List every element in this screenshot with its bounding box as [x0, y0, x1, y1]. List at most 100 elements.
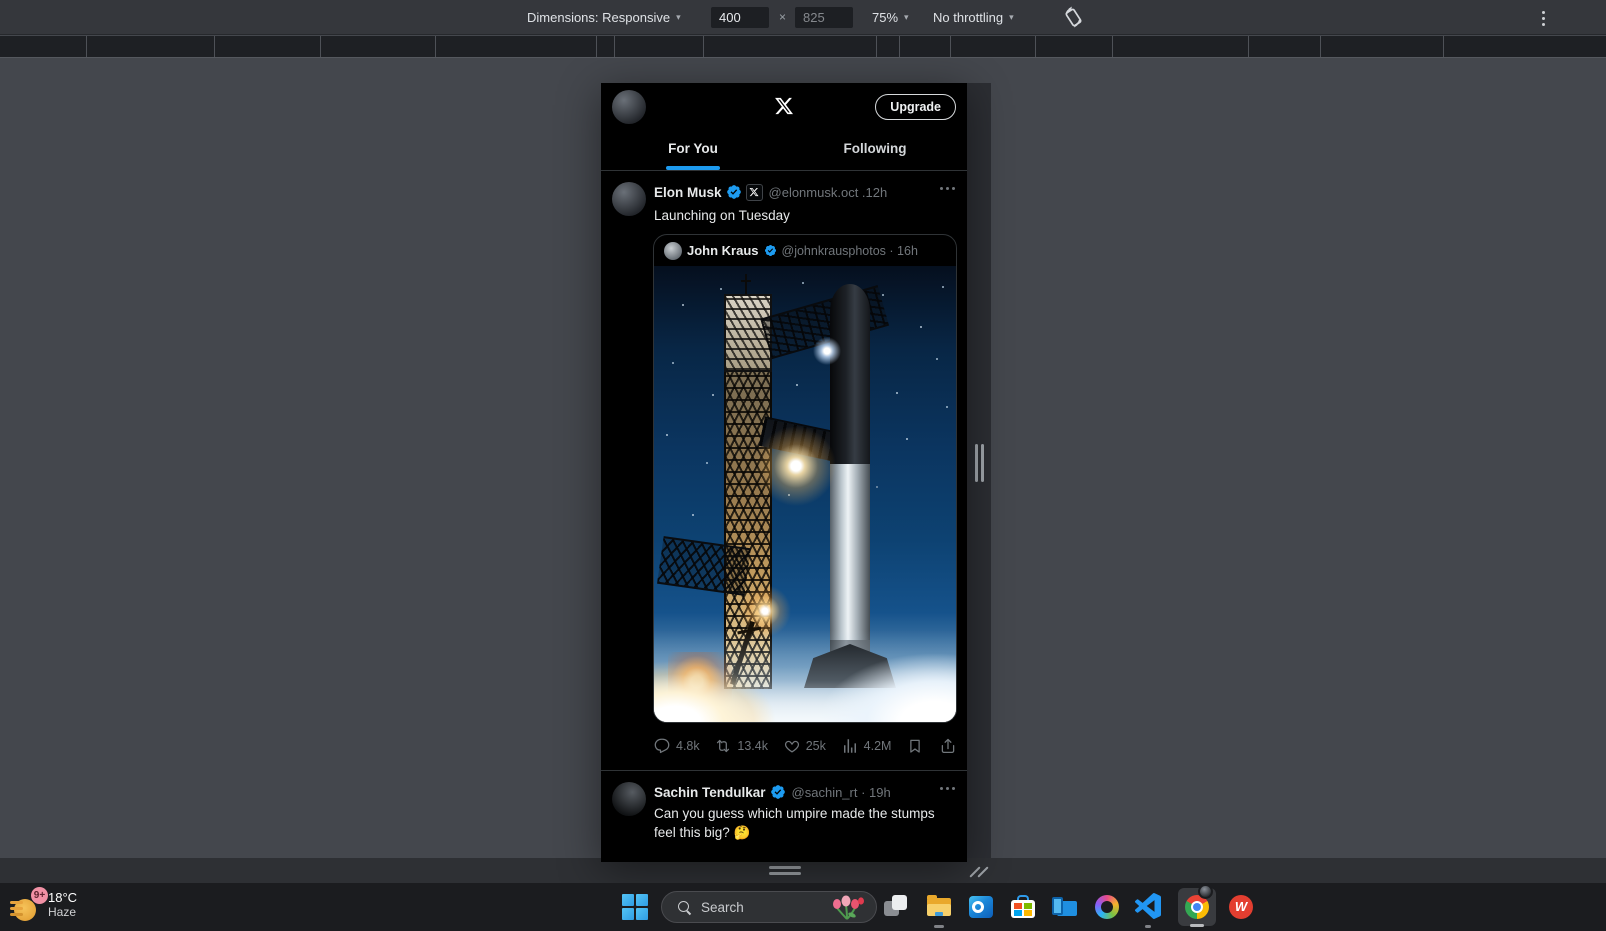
- vscode-icon[interactable]: [1134, 893, 1163, 921]
- x-affiliate-badge: [745, 183, 763, 201]
- photo-tower-antenna: [741, 274, 751, 294]
- tabstrip-separator: [1248, 36, 1249, 57]
- start-button[interactable]: [622, 894, 648, 920]
- analytics-icon: [843, 739, 856, 753]
- active-tab-underline: [666, 166, 720, 170]
- tweet-handle-time[interactable]: @sachin_rt · 19h: [792, 785, 891, 800]
- tab-strip[interactable]: [0, 36, 1606, 58]
- wps-office-icon[interactable]: W: [1227, 893, 1255, 921]
- tweet-handle-time[interactable]: @elonmusk.oct .12h: [769, 185, 888, 200]
- heart-icon: [784, 740, 799, 753]
- views-button[interactable]: 4.2M: [841, 737, 891, 755]
- tweet-more-button[interactable]: [940, 779, 955, 790]
- tabstrip-separator: [596, 36, 597, 57]
- viewport-resize-handle-right[interactable]: [975, 444, 978, 482]
- search-flowers-icon: [828, 895, 866, 926]
- tweet-divider: [601, 770, 967, 771]
- windows-taskbar: 9+ 18°C Haze Search W: [0, 883, 1606, 931]
- share-icon: [941, 738, 955, 754]
- share-button[interactable]: [939, 737, 957, 755]
- phone-link-icon[interactable]: [1051, 893, 1079, 921]
- reply-button[interactable]: 4.8k: [653, 737, 700, 755]
- tweet-more-button[interactable]: [940, 179, 955, 190]
- viewport-resize-handle-right[interactable]: [981, 444, 984, 482]
- tabstrip-separator: [703, 36, 704, 57]
- tweet-author-name[interactable]: Sachin Tendulkar: [654, 785, 766, 800]
- feed-tabs: For You Following: [601, 130, 967, 171]
- profile-avatar[interactable]: [612, 90, 646, 124]
- chevron-down-icon: [904, 0, 909, 35]
- quoted-tweet-card[interactable]: John Kraus @johnkrausphotos · 16h: [653, 234, 957, 723]
- upgrade-button[interactable]: Upgrade: [875, 94, 956, 120]
- tabstrip-separator: [899, 36, 900, 57]
- tweet-text: Can you guess which umpire made the stum…: [654, 806, 935, 840]
- tabstrip-separator: [1443, 36, 1444, 57]
- weather-condition: Haze: [48, 905, 77, 919]
- viewport-resize-handle-bottom[interactable]: [769, 866, 801, 869]
- weather-widget[interactable]: 9+ 18°C Haze: [10, 887, 140, 927]
- viewport-resize-handle-bottom[interactable]: [769, 872, 801, 875]
- reply-icon: [654, 738, 670, 754]
- outlook-icon[interactable]: [967, 893, 995, 921]
- dimensions-dropdown[interactable]: Dimensions: Responsive: [527, 0, 681, 35]
- x-logo-icon: [749, 187, 759, 197]
- tab-for-you[interactable]: For You: [641, 130, 745, 171]
- file-explorer-icon[interactable]: [925, 893, 953, 921]
- microsoft-store-icon[interactable]: [1009, 893, 1037, 921]
- photo-stars: [654, 266, 656, 268]
- designer-loop-icon[interactable]: [1093, 893, 1121, 921]
- tabstrip-separator: [1112, 36, 1113, 57]
- chevron-down-icon: [676, 0, 681, 35]
- tweet-author-avatar[interactable]: [612, 182, 646, 216]
- browser-window: Dimensions: Responsive × 75% No throttli…: [0, 0, 1606, 931]
- rotate-viewport-button[interactable]: [1060, 5, 1086, 31]
- quoted-author-name[interactable]: John Kraus: [687, 243, 759, 258]
- open-app-indicator: [934, 925, 944, 928]
- tweet-author-row: Sachin Tendulkar @sachin_rt · 19h: [654, 783, 891, 801]
- chevron-down-icon: [1009, 0, 1014, 35]
- tweet-author-avatar[interactable]: [612, 782, 646, 816]
- tabstrip-separator: [435, 36, 436, 57]
- tweet-text: Launching on Tuesday: [654, 208, 790, 223]
- tabstrip-separator: [876, 36, 877, 57]
- quoted-tweet-photo-rocket-launchpad[interactable]: [654, 266, 956, 722]
- photo-ground-glow: [654, 630, 956, 722]
- search-placeholder: Search: [701, 899, 744, 915]
- quoted-author-row: John Kraus @johnkrausphotos · 16h: [654, 235, 956, 266]
- tabstrip-separator: [950, 36, 951, 57]
- tabstrip-separator: [1320, 36, 1321, 57]
- tabstrip-separator: [214, 36, 215, 57]
- verified-badge-icon: [764, 244, 776, 257]
- tabstrip-separator: [320, 36, 321, 57]
- tweet-author-row: Elon Musk @elonmusk.oct .12h: [654, 183, 887, 201]
- tab-following[interactable]: Following: [823, 130, 927, 171]
- bookmark-button[interactable]: [906, 737, 924, 755]
- device-viewport: Upgrade For You Following Elon Musk @elo…: [601, 83, 967, 862]
- browser-profile-avatar: [1198, 884, 1213, 899]
- repost-icon: [717, 739, 730, 753]
- chrome-icon-active[interactable]: [1178, 884, 1216, 926]
- weather-haze-icon: 9+: [10, 887, 48, 925]
- taskbar-search[interactable]: Search: [661, 891, 877, 923]
- dimension-multiply-sign: ×: [779, 10, 787, 24]
- throttling-dropdown[interactable]: No throttling: [933, 0, 1014, 35]
- task-view-button[interactable]: [883, 893, 911, 921]
- open-app-indicator: [1145, 925, 1151, 928]
- tweet-author-name[interactable]: Elon Musk: [654, 185, 722, 200]
- notification-badge: 9+: [31, 887, 48, 904]
- zoom-dropdown[interactable]: 75%: [872, 0, 909, 35]
- verified-badge-icon: [770, 785, 785, 799]
- devtools-more-menu[interactable]: [1537, 8, 1549, 28]
- tabstrip-separator: [86, 36, 87, 57]
- quoted-author-avatar[interactable]: [664, 241, 682, 260]
- viewport-width-input[interactable]: [711, 7, 769, 28]
- active-app-indicator: [1190, 924, 1204, 927]
- repost-button[interactable]: 13.4k: [714, 737, 768, 755]
- x-logo-icon[interactable]: [774, 96, 794, 121]
- bookmark-icon: [910, 739, 920, 753]
- like-button[interactable]: 25k: [783, 737, 826, 755]
- viewport-height-input[interactable]: [795, 7, 853, 28]
- tabstrip-separator: [614, 36, 615, 57]
- devtools-device-toolbar: Dimensions: Responsive × 75% No throttli…: [0, 0, 1606, 35]
- tweet-action-bar: 4.8k 13.4k 25k 4.2M: [653, 734, 957, 758]
